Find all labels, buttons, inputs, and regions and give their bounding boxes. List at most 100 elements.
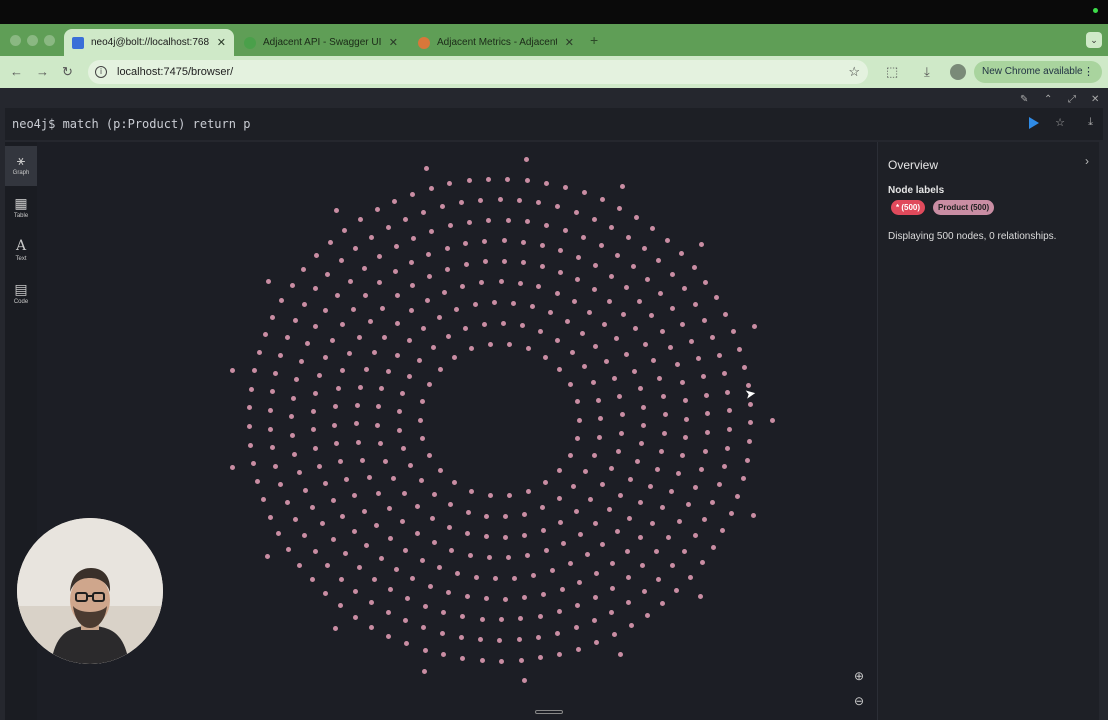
graph-node[interactable]	[559, 586, 565, 592]
graph-node[interactable]	[364, 543, 370, 549]
graph-node[interactable]	[421, 209, 427, 215]
graph-node[interactable]	[703, 448, 709, 454]
graph-node[interactable]	[590, 380, 596, 386]
graph-node[interactable]	[735, 493, 741, 499]
graph-node[interactable]	[608, 273, 614, 279]
graph-node[interactable]	[446, 589, 452, 595]
graph-node[interactable]	[567, 381, 573, 387]
graph-node[interactable]	[563, 184, 569, 190]
graph-node[interactable]	[675, 362, 681, 368]
graph-node[interactable]	[684, 416, 690, 422]
graph-node[interactable]	[633, 215, 639, 221]
graph-node[interactable]	[330, 498, 336, 504]
graph-node[interactable]	[397, 427, 403, 433]
chrome-menu-icon[interactable]: ⋮	[1083, 61, 1094, 83]
graph-node[interactable]	[337, 603, 343, 609]
graph-node[interactable]	[501, 258, 507, 264]
graph-node[interactable]	[458, 634, 464, 640]
graph-node[interactable]	[229, 464, 235, 470]
graph-node[interactable]	[483, 534, 489, 540]
graph-node[interactable]	[340, 514, 346, 520]
graph-node[interactable]	[338, 576, 344, 582]
graph-node[interactable]	[548, 310, 554, 316]
graph-node[interactable]	[371, 350, 377, 356]
graph-node[interactable]	[407, 338, 413, 344]
graph-node[interactable]	[564, 319, 570, 325]
graph-node[interactable]	[486, 217, 492, 223]
graph-node[interactable]	[379, 386, 385, 392]
graph-node[interactable]	[536, 634, 542, 640]
graph-node[interactable]	[557, 468, 563, 474]
graph-node[interactable]	[575, 254, 581, 260]
graph-node[interactable]	[302, 301, 308, 307]
graph-node[interactable]	[530, 304, 535, 310]
graph-node[interactable]	[682, 286, 688, 292]
graph-node[interactable]	[323, 590, 329, 596]
graph-node[interactable]	[463, 326, 469, 332]
graph-node[interactable]	[382, 458, 388, 464]
graph-node[interactable]	[460, 655, 466, 661]
graph-node[interactable]	[539, 242, 545, 248]
graph-node[interactable]	[666, 534, 672, 540]
tab-search-chevron-icon[interactable]: ⌄	[1086, 32, 1102, 48]
graph-node[interactable]	[478, 197, 484, 203]
graph-node[interactable]	[477, 637, 483, 643]
graph-node[interactable]	[637, 298, 643, 304]
graph-node[interactable]	[437, 366, 443, 372]
graph-node[interactable]	[469, 346, 475, 352]
graph-node[interactable]	[522, 532, 528, 538]
graph-node[interactable]	[356, 564, 362, 570]
graph-node[interactable]	[311, 427, 317, 433]
graph-node[interactable]	[479, 657, 485, 663]
graph-node[interactable]	[599, 482, 605, 488]
graph-node[interactable]	[313, 445, 319, 451]
graph-node[interactable]	[292, 318, 298, 324]
graph-node[interactable]	[286, 547, 292, 553]
graph-node[interactable]	[623, 285, 629, 291]
graph-node[interactable]	[420, 435, 426, 441]
graph-node[interactable]	[393, 566, 399, 572]
graph-node[interactable]	[297, 562, 303, 568]
graph-node[interactable]	[359, 457, 365, 463]
graph-node[interactable]	[703, 279, 709, 285]
back-icon[interactable]: ←	[10, 64, 23, 79]
graph-node[interactable]	[567, 453, 573, 459]
graph-node[interactable]	[742, 364, 748, 370]
graph-node[interactable]	[491, 300, 497, 306]
graph-node[interactable]	[592, 263, 598, 269]
graph-node[interactable]	[250, 461, 256, 467]
graph-node[interactable]	[417, 358, 423, 364]
graph-node[interactable]	[537, 613, 543, 619]
graph-node[interactable]	[292, 516, 298, 522]
graph-node[interactable]	[630, 264, 636, 270]
graph-node[interactable]	[571, 483, 577, 489]
graph-node[interactable]	[392, 269, 398, 275]
graph-node[interactable]	[229, 368, 235, 374]
graph-node[interactable]	[427, 273, 433, 279]
graph-node[interactable]	[394, 293, 400, 299]
graph-node[interactable]	[357, 384, 363, 390]
graph-node[interactable]	[317, 463, 323, 469]
graph-node[interactable]	[447, 223, 453, 229]
graph-node[interactable]	[642, 341, 648, 347]
graph-node[interactable]	[426, 251, 432, 257]
graph-node[interactable]	[593, 344, 599, 350]
graph-node[interactable]	[664, 237, 670, 243]
graph-node[interactable]	[556, 495, 562, 501]
graph-node[interactable]	[653, 549, 659, 555]
graph-node[interactable]	[254, 479, 260, 485]
graph-node[interactable]	[578, 531, 584, 537]
graph-node[interactable]	[325, 563, 331, 569]
graph-node[interactable]	[363, 366, 369, 372]
graph-node[interactable]	[737, 346, 743, 352]
graph-node[interactable]	[525, 553, 531, 559]
graph-node[interactable]	[446, 334, 452, 339]
graph-node[interactable]	[394, 320, 400, 326]
graph-node[interactable]	[563, 227, 569, 233]
graph-node[interactable]	[520, 322, 526, 328]
graph-node[interactable]	[366, 474, 372, 480]
graph-node[interactable]	[584, 552, 590, 558]
graph-node[interactable]	[377, 254, 383, 260]
graph-node[interactable]	[507, 341, 513, 347]
graph-node[interactable]	[472, 302, 478, 308]
